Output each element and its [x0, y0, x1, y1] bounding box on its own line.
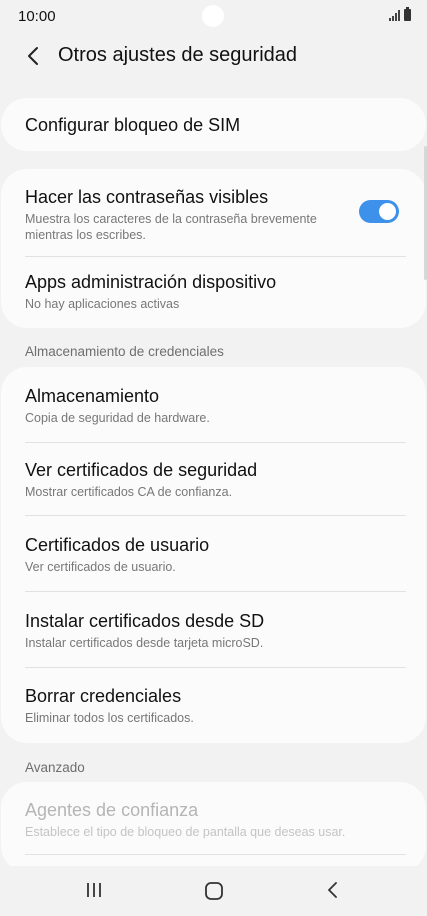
- advanced-card: Agentes de confianza Establece el tipo d…: [1, 782, 426, 872]
- status-bar: 10:00: [0, 0, 427, 34]
- navigation-bar: [0, 866, 427, 916]
- page-title: Otros ajustes de seguridad: [58, 44, 298, 66]
- advanced-header: Avanzado: [25, 760, 85, 775]
- header: Otros ajustes de seguridad: [0, 34, 427, 80]
- credential-storage-header: Almacenamiento de credenciales: [25, 344, 224, 359]
- home-icon[interactable]: [203, 880, 225, 902]
- credential-item-user-certs[interactable]: Certificados de usuario Ver certificados…: [1, 534, 426, 575]
- front-camera: [202, 5, 224, 27]
- back-arrow-icon[interactable]: [24, 45, 44, 67]
- credential-item-title: Certificados de usuario: [25, 535, 210, 555]
- credential-storage-card: Almacenamiento Copia de seguridad de har…: [1, 367, 426, 743]
- credential-item-subtitle: Eliminar todos los certificados.: [25, 711, 194, 725]
- status-time: 10:00: [18, 8, 56, 25]
- credential-item-storage[interactable]: Almacenamiento Copia de seguridad de har…: [1, 385, 426, 426]
- status-icons: [389, 7, 411, 21]
- device-admin-title: Apps administración dispositivo: [25, 272, 277, 292]
- credential-item-clear[interactable]: Borrar credenciales Eliminar todos los c…: [1, 685, 426, 726]
- credential-item-subtitle: Mostrar certificados CA de confianza.: [25, 485, 233, 499]
- toggle-knob: [379, 203, 396, 220]
- trust-agents-item[interactable]: Agentes de confianza Establece el tipo d…: [1, 782, 426, 840]
- credential-item-subtitle: Instalar certificados desde tarjeta micr…: [25, 636, 264, 650]
- credential-item-subtitle: Copia de seguridad de hardware.: [25, 411, 210, 425]
- credential-item-title: Instalar certificados desde SD: [25, 611, 265, 631]
- credential-item-title: Borrar credenciales: [25, 686, 182, 706]
- sim-lock-title: Configurar bloqueo de SIM: [25, 115, 241, 135]
- sim-lock-card: Configurar bloqueo de SIM: [1, 98, 426, 151]
- credential-item-title: Ver certificados de seguridad: [25, 460, 258, 480]
- divider: [25, 591, 406, 592]
- credential-item-subtitle: Ver certificados de usuario.: [25, 560, 176, 574]
- divider: [25, 442, 406, 443]
- visible-passwords-subtitle: Muestra los caracteres de la contraseña …: [25, 212, 317, 242]
- password-admin-card: Hacer las contraseñas visibles Muestra l…: [1, 169, 426, 328]
- back-icon[interactable]: [323, 880, 343, 900]
- credential-item-security-certs[interactable]: Ver certificados de seguridad Mostrar ce…: [1, 459, 426, 500]
- divider: [25, 854, 406, 855]
- credential-item-title: Almacenamiento: [25, 386, 160, 406]
- sim-lock-item[interactable]: Configurar bloqueo de SIM: [1, 98, 426, 136]
- recent-apps-icon[interactable]: [84, 880, 104, 900]
- visible-passwords-title: Hacer las contraseñas visibles: [25, 187, 269, 207]
- battery-icon: [404, 7, 411, 21]
- credential-item-install-sd[interactable]: Instalar certificados desde SD Instalar …: [1, 610, 426, 651]
- device-admin-item[interactable]: Apps administración dispositivo No hay a…: [1, 243, 426, 312]
- signal-icon: [389, 9, 400, 21]
- trust-agents-title: Agentes de confianza: [25, 800, 199, 820]
- visible-passwords-toggle[interactable]: [359, 200, 399, 223]
- divider: [25, 515, 406, 516]
- divider: [25, 667, 406, 668]
- device-admin-subtitle: No hay aplicaciones activas: [25, 297, 180, 311]
- trust-agents-subtitle: Establece el tipo de bloqueo de pantalla…: [25, 825, 346, 839]
